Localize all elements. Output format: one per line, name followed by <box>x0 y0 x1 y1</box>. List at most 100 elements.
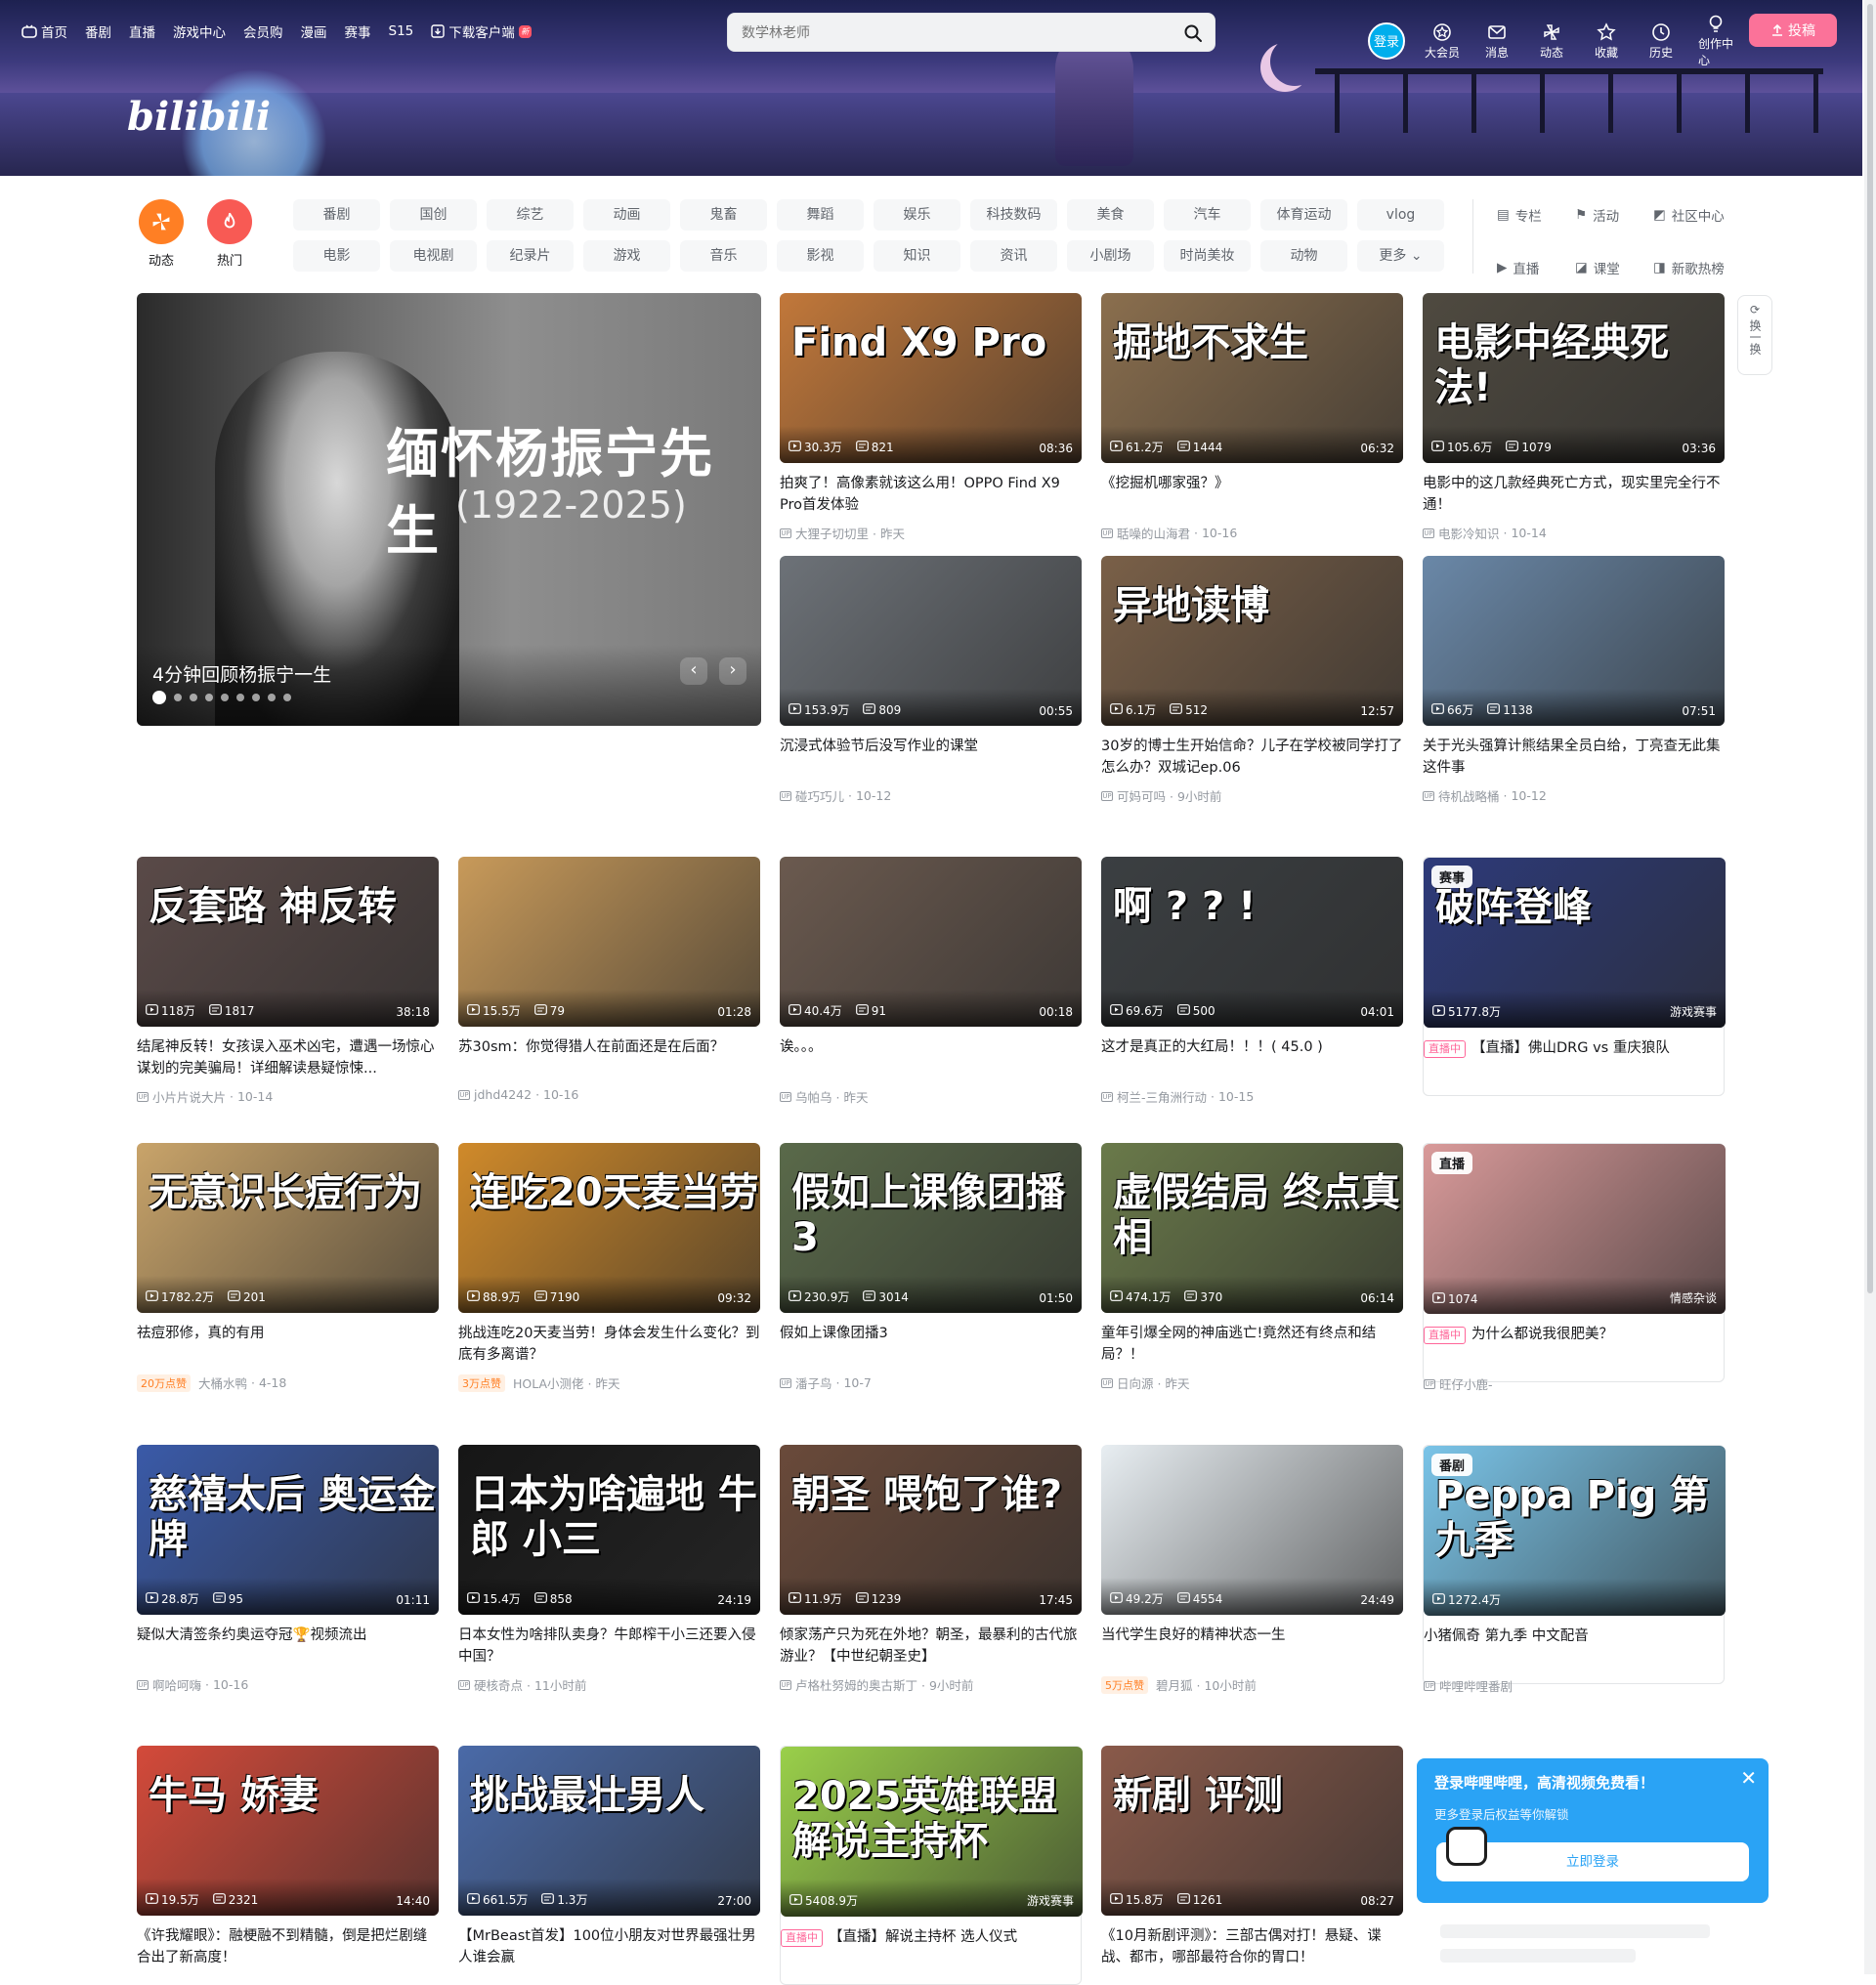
carousel-next-button[interactable]: › <box>719 657 746 685</box>
nav-mall[interactable]: 会员购 <box>243 21 283 41</box>
login-avatar-button[interactable]: 登录 <box>1368 22 1405 60</box>
video-thumbnail[interactable]: 40.4万 91 00:18 <box>780 857 1082 1027</box>
nav-home[interactable]: 首页 <box>21 21 67 41</box>
channel-tag[interactable]: 音乐 <box>680 240 767 272</box>
video-thumbnail[interactable]: Find X9 Pro 30.3万 821 08:36 <box>780 293 1082 463</box>
video-thumbnail[interactable]: 日本为啥遍地 牛郎 小三 15.4万 858 24:19 <box>458 1445 760 1615</box>
video-thumbnail[interactable]: 牛马 娇妻 19.5万 2321 14:40 <box>137 1746 439 1916</box>
vip-link[interactable]: 大会员 <box>1425 22 1460 61</box>
channel-tag[interactable]: 鬼畜 <box>680 199 767 231</box>
more-channels-dropdown[interactable]: 更多 ⌄ <box>1357 240 1444 272</box>
carousel-dot[interactable] <box>174 694 182 701</box>
uploader-name[interactable]: 大狸子切切里 <box>795 524 869 542</box>
video-title[interactable]: 当代学生良好的精神状态一生 <box>1101 1625 1403 1668</box>
uploader-name[interactable]: 大桶水鸭 <box>198 1373 247 1392</box>
video-thumbnail[interactable]: 无意识长痘行为 1782.2万 201 <box>137 1143 439 1313</box>
video-title[interactable]: 30岁的博士生开始信命？儿子在学校被同学打了怎么办？双城记ep.06 <box>1101 736 1403 779</box>
channel-tag[interactable]: 美食 <box>1067 199 1154 231</box>
video-card[interactable]: 无意识长痘行为 1782.2万 201 祛痘邪修，真的有用 20万点赞 大桶水鸭 · 4-1… <box>137 1143 439 1392</box>
channel-tag[interactable]: 电视剧 <box>390 240 477 272</box>
nav-esports[interactable]: 赛事 <box>345 21 371 41</box>
uploader-name[interactable]: 日向源 <box>1117 1373 1154 1392</box>
uploader-name[interactable]: 聒噪的山海君 <box>1117 524 1190 542</box>
video-thumbnail[interactable]: 慈禧太后 奥运金牌 28.8万 95 01:11 <box>137 1445 439 1615</box>
video-card[interactable]: 朝圣 喂饱了谁? 11.9万 1239 17:45 倾家荡产只为死在外地？朝圣，最暴利的… <box>780 1445 1082 1694</box>
video-thumbnail[interactable]: 连吃20天麦当劳 88.9万 7190 09:32 <box>458 1143 760 1313</box>
video-title[interactable]: 《挖掘机哪家强？》 <box>1101 473 1403 516</box>
video-card[interactable]: 慈禧太后 奥运金牌 28.8万 95 01:11 疑似大清签条约奥运夺冠🏆视频流出 UP 啊… <box>137 1445 439 1694</box>
video-card[interactable]: 掘地不求生 61.2万 1444 06:32 《挖掘机哪家强？》 UP 聒噪的山海君 · 10… <box>1101 293 1403 542</box>
video-thumbnail[interactable]: 153.9万 809 00:55 <box>780 556 1082 726</box>
hero-caption[interactable]: 4分钟回顾杨振宁一生 <box>152 660 331 687</box>
video-title[interactable]: 假如上课像团播3 <box>780 1323 1082 1366</box>
activity-link[interactable]: ⚑ 活动 <box>1575 199 1651 231</box>
uploader-name[interactable]: 可妈可吗 <box>1117 786 1166 805</box>
uploader-name[interactable]: 旺仔小鹿- <box>1439 1374 1493 1393</box>
video-card[interactable]: 66万 1138 07:51 关于光头强算计熊结果全员白给，丁亮查无此集这件事 UP 待机… <box>1423 556 1725 805</box>
bilibili-logo[interactable]: bilibili <box>127 94 271 140</box>
video-thumbnail[interactable]: 电影中经典死法! 105.6万 1079 03:36 <box>1423 293 1725 463</box>
channel-tag[interactable]: 知识 <box>874 240 960 272</box>
video-title[interactable]: 结尾神反转！女孩误入巫术凶宅，遭遇一场惊心谋划的完美骗局！详细解读悬疑惊悚... <box>137 1036 439 1079</box>
dynamic-link[interactable]: 动态 <box>1534 22 1569 61</box>
history-link[interactable]: 历史 <box>1643 22 1679 61</box>
channel-tag[interactable]: 综艺 <box>487 199 574 231</box>
video-thumbnail[interactable]: 朝圣 喂饱了谁? 11.9万 1239 17:45 <box>780 1445 1082 1615</box>
channel-tag[interactable]: 资讯 <box>970 240 1057 272</box>
video-title[interactable]: 这才是真正的大红局！！！( 45.0 ) <box>1101 1036 1403 1079</box>
channel-tag[interactable]: 国创 <box>390 199 477 231</box>
uploader-name[interactable]: 碰巧巧儿 <box>795 786 844 805</box>
nav-download[interactable]: 下载客户端新 <box>431 21 532 41</box>
video-card[interactable]: 异地读博 6.1万 512 12:57 30岁的博士生开始信命？儿子在学校被同学打了怎么… <box>1101 556 1403 805</box>
video-card[interactable]: 牛马 娇妻 19.5万 2321 14:40 《许我耀眼》：融梗融不到精髓，倒是把烂剧缝… <box>137 1746 439 1968</box>
uploader-name[interactable]: jdhd4242 <box>474 1087 532 1102</box>
video-title[interactable]: 电影中的这几款经典死亡方式，现实里完全行不通！ <box>1423 473 1725 516</box>
dynamic-channel-button[interactable]: 动态 <box>137 199 186 269</box>
hero-carousel[interactable]: 缅怀杨振宁先生 (1922-2025) 4分钟回顾杨振宁一生 ‹ › <box>137 293 761 726</box>
video-card[interactable]: 日本为啥遍地 牛郎 小三 15.4万 858 24:19 日本女性为啥排队卖身？牛郎榨干… <box>458 1445 760 1694</box>
video-title[interactable]: 诶。。。 <box>780 1036 1082 1079</box>
video-card[interactable]: 153.9万 809 00:55 沉浸式体验节后没写作业的课堂 UP 碰巧巧儿 · 10-1… <box>780 556 1082 805</box>
channel-tag[interactable]: 纪录片 <box>487 240 574 272</box>
channel-tag[interactable]: 动物 <box>1260 240 1347 272</box>
video-thumbnail[interactable]: 2025英雄联盟解说主持杯 5408.9万 游戏赛事 <box>781 1747 1083 1917</box>
uploader-name[interactable]: 潘子鸟 <box>795 1373 832 1392</box>
video-card[interactable]: 连吃20天麦当劳 88.9万 7190 09:32 挑战连吃20天麦当劳！身体会发生什么… <box>458 1143 760 1392</box>
channel-tag[interactable]: 影视 <box>777 240 864 272</box>
scrollbar-thumb[interactable] <box>1867 4 1873 1293</box>
video-thumbnail[interactable]: 挑战最壮男人 661.5万 1.3万 27:00 <box>458 1746 760 1916</box>
carousel-dot[interactable] <box>221 694 229 701</box>
search-icon[interactable] <box>1181 21 1205 45</box>
uploader-name[interactable]: 柯兰-三角洲行动 <box>1117 1087 1207 1106</box>
video-title[interactable]: 直播中 【直播】佛山DRG vs 重庆狼队 <box>1424 1037 1724 1080</box>
search-input[interactable] <box>742 22 1172 44</box>
video-thumbnail[interactable]: 破阵登峰 赛事 5177.8万 游戏赛事 <box>1424 858 1726 1028</box>
hot-channel-button[interactable]: 热门 <box>205 199 254 269</box>
video-title[interactable]: 《许我耀眼》：融梗融不到精髓，倒是把烂剧缝合出了新高度！ <box>137 1925 439 1968</box>
nav-s15[interactable]: S15 <box>389 21 414 41</box>
video-card[interactable]: 啊 ? ? ! 69.6万 500 04:01 这才是真正的大红局！！！( 45.0 )… <box>1101 857 1403 1106</box>
video-card[interactable]: 40.4万 91 00:18 诶。。。 UP 乌帕乌 · 昨天 <box>780 857 1082 1106</box>
refresh-button[interactable]: ⟳ 换一换 <box>1737 295 1772 375</box>
video-title[interactable]: 拍爽了！高像素就该这么用！OPPO Find X9 Pro首发体验 <box>780 473 1082 516</box>
uploader-name[interactable]: HOLA小测佬 <box>513 1373 584 1392</box>
video-card[interactable]: 2025英雄联盟解说主持杯 5408.9万 游戏赛事直播中 【直播】解说主持杯 选人仪… <box>780 1746 1083 1985</box>
carousel-prev-button[interactable]: ‹ <box>680 657 707 685</box>
message-link[interactable]: 消息 <box>1479 22 1514 61</box>
video-card[interactable]: 挑战最壮男人 661.5万 1.3万 27:00 【MrBeast首发】100位小朋友对… <box>458 1746 760 1968</box>
course-link[interactable]: ◪ 课堂 <box>1575 252 1651 283</box>
carousel-dot[interactable] <box>152 691 166 704</box>
video-thumbnail[interactable]: Peppa Pig 第九季 番剧 1272.4万 <box>1424 1446 1726 1616</box>
video-title[interactable]: 直播中 【直播】解说主持杯 选人仪式 <box>781 1926 1081 1969</box>
video-card[interactable]: 电影中经典死法! 105.6万 1079 03:36 电影中的这几款经典死亡方式，现实里… <box>1423 293 1725 542</box>
nav-manga[interactable]: 漫画 <box>301 21 327 41</box>
video-card[interactable]: 直播 1074 情感杂谈 直播中 为什么都说我很肥美？ UP 旺仔小鹿- <box>1423 1143 1726 1392</box>
nav-bangumi[interactable]: 番剧 <box>85 21 111 41</box>
video-title[interactable]: 童年引爆全网的神庙逃亡!竟然还有终点和结局？！ <box>1101 1323 1403 1366</box>
video-title[interactable]: 《10月新剧评测》：三部古偶对打！悬疑、谍战、都市，哪部最符合你的胃口！ <box>1101 1925 1403 1968</box>
creator-center-link[interactable]: 创作中心 <box>1698 14 1733 68</box>
channel-tag[interactable]: 小剧场 <box>1067 240 1154 272</box>
video-title[interactable]: 疑似大清签条约奥运夺冠🏆视频流出 <box>137 1625 439 1668</box>
video-title[interactable]: 直播中 为什么都说我很肥美？ <box>1424 1324 1724 1367</box>
carousel-dot[interactable] <box>205 694 213 701</box>
